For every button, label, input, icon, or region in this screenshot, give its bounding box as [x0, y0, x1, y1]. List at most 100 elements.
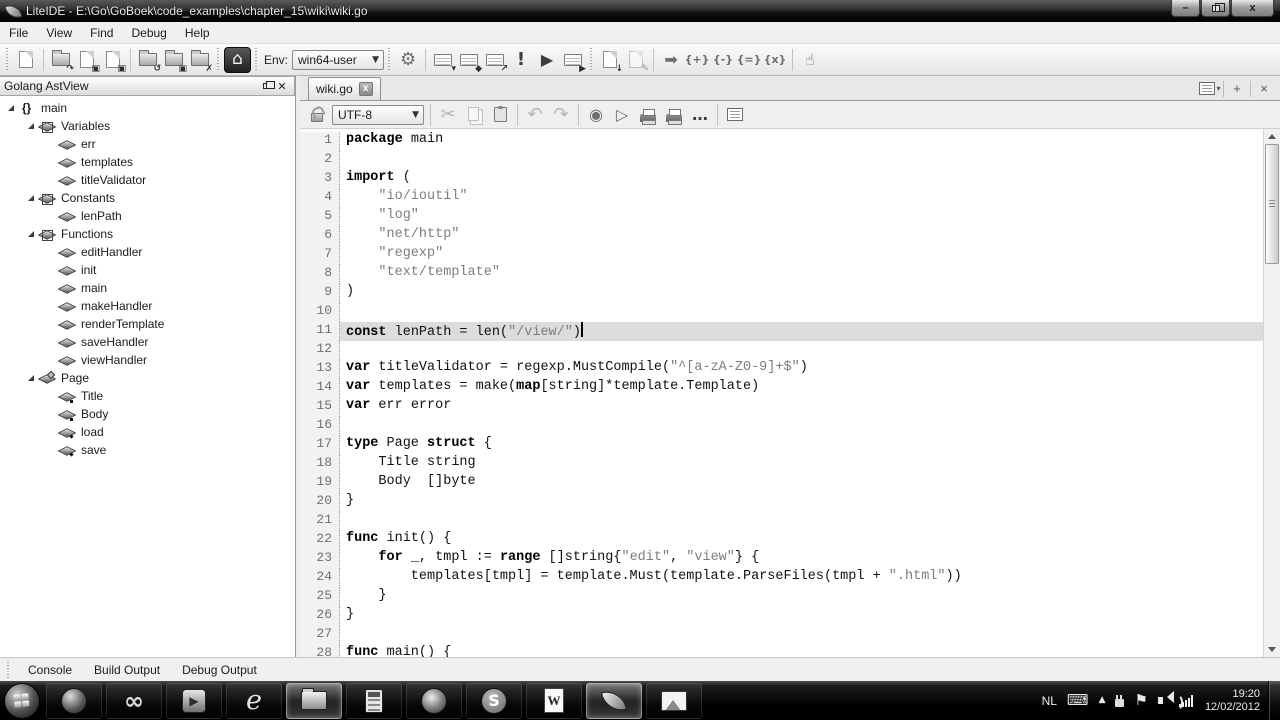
menu-help[interactable]: Help	[176, 23, 219, 43]
code-line[interactable]: 16	[300, 417, 1263, 436]
close-button[interactable]: x	[1231, 0, 1274, 17]
code-line[interactable]: 18 Title string	[300, 455, 1263, 474]
pan-tool-button[interactable]: ☝	[797, 47, 823, 73]
clean-button[interactable]: ◆	[456, 47, 482, 73]
code-area[interactable]: 1package main23import (4 "io/ioutil"5 "l…	[300, 129, 1280, 657]
code-line[interactable]: 20}	[300, 493, 1263, 512]
tree-item-saveHandler[interactable]: saveHandler	[0, 333, 295, 351]
home-button[interactable]: ⌂	[224, 47, 251, 73]
tree-item-Variables[interactable]: Variables	[0, 117, 295, 135]
taskbar-app-windows-explorer[interactable]	[286, 683, 342, 719]
build-button[interactable]: ▾	[430, 47, 456, 73]
install-button[interactable]: ↗	[482, 47, 508, 73]
expander-icon[interactable]	[28, 375, 34, 381]
code-line[interactable]: 3import (	[300, 170, 1263, 189]
code-line[interactable]: 23 for _, tmpl := range []string{"edit",…	[300, 550, 1263, 569]
env-select[interactable]: win64-user▼	[292, 50, 384, 70]
tree-item-Body[interactable]: Body	[0, 405, 295, 423]
code-line[interactable]: 13var titleValidator = regexp.MustCompil…	[300, 360, 1263, 379]
taskbar-app-media-player[interactable]	[166, 683, 222, 719]
toolbar-handle[interactable]	[254, 48, 259, 72]
tree-item-Title[interactable]: Title	[0, 387, 295, 405]
code-line[interactable]: 15var err error	[300, 398, 1263, 417]
power-icon[interactable]	[1115, 695, 1124, 707]
tree-item-main[interactable]: {}main	[0, 99, 295, 117]
code-line[interactable]: 11const lenPath = len("/view/")	[300, 322, 1263, 341]
toolbar-handle[interactable]	[387, 48, 392, 72]
revert-file-button[interactable]: ↺	[135, 47, 161, 73]
taskbar-app-expression[interactable]: ∞	[106, 683, 162, 719]
tree-item-Page[interactable]: Page	[0, 369, 295, 387]
cut-button[interactable]: ✂	[435, 102, 461, 128]
taskbar-app-image-viewer[interactable]	[646, 683, 702, 719]
float-panel-button[interactable]	[258, 79, 274, 93]
tree-item-init[interactable]: init	[0, 261, 295, 279]
taskbar-app-liteide[interactable]	[586, 683, 642, 719]
run-button[interactable]: ▶	[534, 47, 560, 73]
code-line[interactable]: 2	[300, 151, 1263, 170]
output-tab-console[interactable]: Console	[17, 660, 83, 680]
expander-icon[interactable]	[28, 195, 34, 201]
output-tab-debug-output[interactable]: Debug Output	[171, 660, 268, 680]
menu-file[interactable]: File	[0, 23, 37, 43]
output-bar-handle[interactable]	[6, 662, 11, 678]
undo-button[interactable]: ↶	[522, 102, 548, 128]
title-bar[interactable]: LiteIDE - E:\Go\GoBoek\code_examples\cha…	[0, 0, 1280, 22]
print-button[interactable]	[635, 102, 661, 128]
clock[interactable]: 19:20 12/02/2012	[1205, 688, 1260, 714]
word-wrap-button[interactable]	[722, 102, 748, 128]
stop-button[interactable]: !	[508, 47, 534, 73]
encoding-select[interactable]: UTF-8▼	[332, 105, 424, 125]
close-panel-button[interactable]: ✕	[274, 79, 290, 93]
run-build-button[interactable]: ▶	[560, 47, 586, 73]
taskbar-app-calculator[interactable]	[346, 683, 402, 719]
scrollbar-thumb[interactable]	[1265, 144, 1279, 264]
export-pdf-button[interactable]: ▷	[609, 102, 635, 128]
code-line[interactable]: 19 Body []byte	[300, 474, 1263, 493]
redo-button[interactable]: ↷	[548, 102, 574, 128]
toolbar-handle[interactable]	[216, 48, 221, 72]
tab-close-button[interactable]: x	[359, 82, 373, 96]
code-line[interactable]: 21	[300, 512, 1263, 531]
toolbar-handle[interactable]	[5, 48, 10, 72]
minimize-button[interactable]: –	[1171, 0, 1200, 17]
keyboard-layout-icon[interactable]: ⌨	[1067, 693, 1089, 708]
menu-view[interactable]: View	[37, 23, 81, 43]
code-line[interactable]: 9)	[300, 284, 1263, 303]
menu-debug[interactable]: Debug	[122, 23, 175, 43]
code-line[interactable]: 26}	[300, 607, 1263, 626]
print-preview-button[interactable]	[661, 102, 687, 128]
menu-find[interactable]: Find	[81, 23, 122, 43]
edit-doc-button[interactable]: ✎	[623, 47, 649, 73]
language-indicator[interactable]: NL	[1042, 694, 1057, 708]
tree-item-lenPath[interactable]: lenPath	[0, 207, 295, 225]
start-button[interactable]	[4, 683, 40, 719]
code-line[interactable]: 22func init() {	[300, 531, 1263, 550]
expander-icon[interactable]	[8, 105, 14, 111]
tree-item-err[interactable]: err	[0, 135, 295, 153]
jump-forward-button[interactable]: ➡	[658, 47, 684, 73]
tree-item-makeHandler[interactable]: makeHandler	[0, 297, 295, 315]
scroll-down-button[interactable]	[1264, 642, 1280, 657]
tree-item-Functions[interactable]: Functions	[0, 225, 295, 243]
tree-item-main[interactable]: main	[0, 279, 295, 297]
close-editor-button[interactable]: ×	[1252, 79, 1276, 98]
split-editor-button[interactable]: +	[1225, 79, 1249, 98]
code-line[interactable]: 28func main() {	[300, 645, 1263, 657]
action-center-flag-icon[interactable]: ⚑	[1134, 693, 1147, 708]
expander-icon[interactable]	[28, 123, 34, 129]
code-line[interactable]: 10	[300, 303, 1263, 322]
tree-item-templates[interactable]: templates	[0, 153, 295, 171]
record-macro-button[interactable]: ◉	[583, 102, 609, 128]
paste-button[interactable]	[487, 102, 513, 128]
code-line[interactable]: 1package main	[300, 132, 1263, 151]
copy-button[interactable]	[461, 102, 487, 128]
collapse-all-button[interactable]: {-}	[710, 47, 736, 73]
code-line[interactable]: 5 "log"	[300, 208, 1263, 227]
restore-button[interactable]	[1201, 0, 1230, 17]
export-doc-button[interactable]: ↓	[597, 47, 623, 73]
tree-item-renderTemplate[interactable]: renderTemplate	[0, 315, 295, 333]
vertical-scrollbar[interactable]	[1263, 129, 1280, 657]
taskbar-app-internet-explorer[interactable]: e	[226, 683, 282, 719]
save-all-button[interactable]: ▣	[100, 47, 126, 73]
